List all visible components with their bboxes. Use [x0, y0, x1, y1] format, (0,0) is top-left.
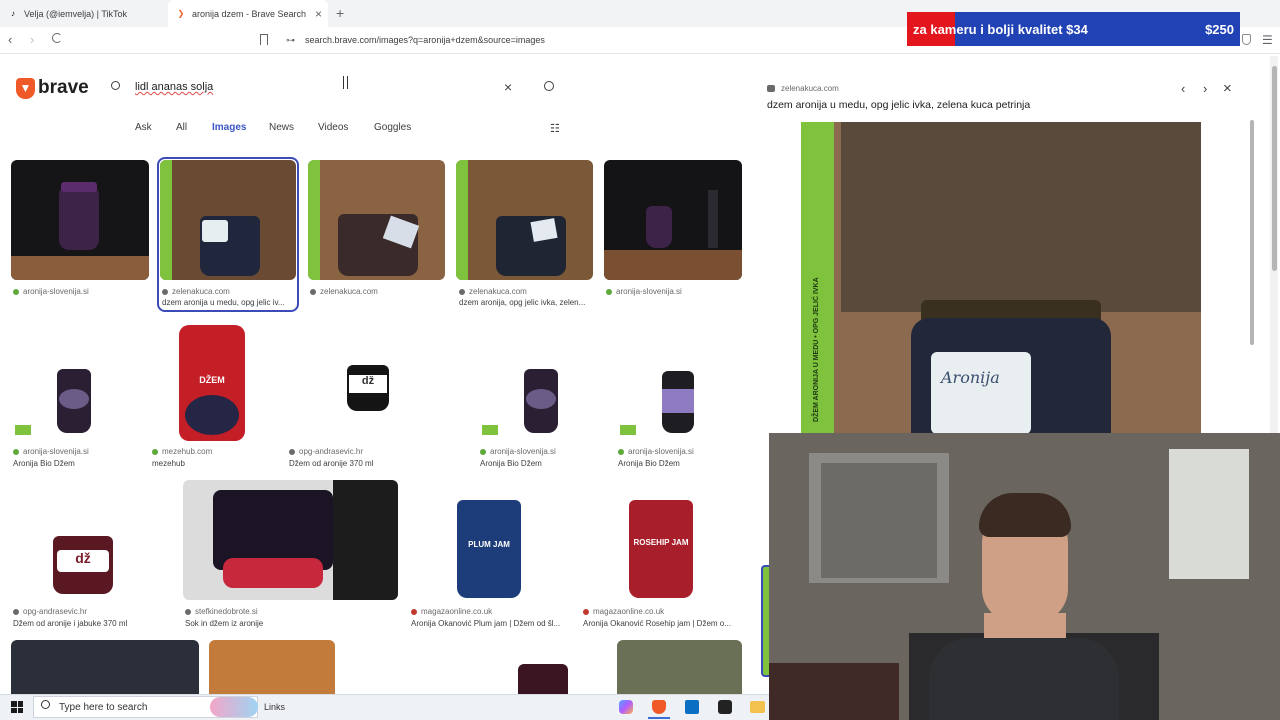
result-source[interactable]: zelenakuca.com: [162, 287, 230, 296]
forward-button[interactable]: ›: [30, 32, 34, 47]
preview-image[interactable]: DŽEM ARONIJA U MEDU • OPG JELIĆ IVKA Aro…: [801, 122, 1201, 434]
result-source[interactable]: aronija-slovenija.si: [13, 287, 89, 296]
windows-start-icon[interactable]: [11, 701, 23, 713]
result-source[interactable]: stefkinedobrote.si: [185, 607, 258, 616]
address-bar[interactable]: search.brave.com/images?q=aronija+dzem&s…: [305, 35, 545, 45]
result-source[interactable]: opg-andrasevic.hr: [13, 607, 87, 616]
banner-amount: $250: [1205, 21, 1234, 37]
image-result[interactable]: [183, 480, 398, 600]
scrollbar-thumb[interactable]: [1272, 66, 1277, 271]
image-result[interactable]: [160, 160, 296, 280]
result-caption[interactable]: Džem od aronije 370 ml: [289, 459, 373, 468]
panel-side-text: DŽEM ARONIJA U MEDU • OPG JELIĆ IVKA: [813, 277, 820, 422]
result-caption[interactable]: Aronija Bio Džem: [618, 459, 680, 468]
result-caption[interactable]: Aronija Bio Džem: [13, 459, 75, 468]
result-source[interactable]: opg-andrasevic.hr: [289, 447, 363, 456]
links-toolbar[interactable]: Links: [264, 702, 285, 712]
image-result[interactable]: [604, 160, 742, 280]
image-result[interactable]: dž: [11, 482, 171, 602]
image-result[interactable]: [478, 323, 604, 443]
result-caption[interactable]: Aronija Okanović Rosehip jam | Džem o...: [583, 619, 741, 628]
result-caption[interactable]: Džem od aronije i jabuke 370 ml: [13, 619, 127, 628]
tab-ask[interactable]: Ask: [135, 122, 152, 133]
previous-image-button[interactable]: ‹: [1181, 81, 1185, 96]
tab-title: aronija dzem - Brave Search: [192, 8, 307, 19]
result-source[interactable]: mezehub.com: [152, 447, 212, 456]
shield-icon[interactable]: [1242, 34, 1251, 45]
search-highlight-icon: [210, 697, 258, 717]
text-cursor: [343, 76, 348, 89]
image-result[interactable]: DŽEM: [150, 323, 276, 443]
donation-banner: za kameru i bolji kvalitet $34 $250: [907, 12, 1240, 46]
result-source[interactable]: magazaonline.co.uk: [411, 607, 492, 616]
result-source[interactable]: aronija-slovenija.si: [606, 287, 682, 296]
result-caption[interactable]: dzem aronija u medu, opg jelic iv...: [162, 298, 294, 307]
loading-icon[interactable]: [52, 33, 62, 43]
site-info-icon[interactable]: ⊶: [286, 35, 295, 46]
menu-icon[interactable]: ☰: [1262, 33, 1273, 47]
image-result[interactable]: [616, 323, 742, 443]
clear-search-icon[interactable]: ×: [504, 79, 512, 95]
tab-all[interactable]: All: [176, 122, 187, 133]
panel-thumbnail[interactable]: [761, 565, 769, 677]
bookmark-icon[interactable]: [260, 34, 268, 45]
panel-title[interactable]: dzem aronija u medu, opg jelic ivka, zel…: [767, 99, 1030, 111]
capcut-icon[interactable]: [718, 700, 732, 714]
image-result[interactable]: [308, 160, 445, 280]
tab-brave-search[interactable]: ❯ aronija dzem - Brave Search ×: [168, 0, 328, 27]
brave-lion-icon: ▼: [16, 77, 35, 99]
image-result[interactable]: PLUM JAM: [409, 482, 569, 602]
close-panel-icon[interactable]: ×: [1223, 80, 1232, 97]
result-source[interactable]: zelenakuca.com: [310, 287, 378, 296]
app-icon[interactable]: [685, 700, 699, 714]
image-result[interactable]: [209, 640, 335, 694]
result-source[interactable]: zelenakuca.com: [459, 287, 527, 296]
brave-taskbar-icon[interactable]: [652, 700, 666, 714]
banner-text: za kameru i bolji kvalitet $34: [913, 21, 1088, 37]
brave-logo[interactable]: ▼ brave: [16, 77, 89, 99]
image-result[interactable]: ROSEHIP JAM: [581, 482, 741, 602]
image-result[interactable]: [518, 664, 568, 694]
tiktok-icon: ♪: [11, 9, 15, 18]
image-result[interactable]: [11, 323, 137, 443]
result-source[interactable]: magazaonline.co.uk: [583, 607, 664, 616]
result-source[interactable]: aronija-slovenija.si: [618, 447, 694, 456]
webcam-overlay: [769, 433, 1280, 720]
result-caption[interactable]: Aronija Bio Džem: [480, 459, 542, 468]
close-tab-icon[interactable]: ×: [315, 7, 322, 21]
search-icon: [41, 700, 50, 709]
image-result[interactable]: [11, 640, 199, 694]
result-caption[interactable]: Sok in džem iz aronije: [185, 619, 263, 628]
tab-goggles[interactable]: Goggles: [374, 122, 411, 133]
tab-tiktok[interactable]: ♪ Velja (@iemvelja) | TikTok: [0, 0, 168, 27]
image-result[interactable]: dž: [287, 323, 447, 443]
search-submit-icon[interactable]: [544, 81, 554, 91]
result-caption[interactable]: mezehub: [152, 459, 185, 468]
tab-title: Velja (@iemvelja) | TikTok: [24, 8, 128, 19]
result-caption[interactable]: dzem aronija, opg jelic ivka, zelen...: [459, 298, 593, 307]
panel-scrollbar[interactable]: [1250, 120, 1254, 345]
result-caption[interactable]: Aronija Okanović Plum jam | Džem od šl..…: [411, 619, 571, 628]
image-result[interactable]: [617, 640, 742, 694]
search-icon: [111, 81, 120, 90]
new-tab-button[interactable]: +: [336, 5, 344, 21]
tab-videos[interactable]: Videos: [318, 122, 348, 133]
filters-icon[interactable]: ☷: [550, 122, 560, 135]
image-result[interactable]: [11, 160, 149, 280]
result-source[interactable]: aronija-slovenija.si: [13, 447, 89, 456]
file-explorer-icon[interactable]: [750, 701, 765, 713]
tab-news[interactable]: News: [269, 122, 294, 133]
brave-icon: ❯: [177, 9, 185, 18]
result-source[interactable]: aronija-slovenija.si: [480, 447, 556, 456]
tab-images[interactable]: Images: [212, 122, 246, 133]
search-input[interactable]: lidl ananas solja: [135, 81, 213, 93]
back-button[interactable]: ‹: [8, 32, 12, 47]
active-app-indicator: [648, 717, 670, 719]
next-image-button[interactable]: ›: [1203, 81, 1207, 96]
image-result[interactable]: [456, 160, 593, 280]
copilot-icon[interactable]: [619, 700, 633, 714]
panel-source[interactable]: zelenakuca.com: [767, 84, 839, 93]
site-icon: [767, 85, 775, 92]
